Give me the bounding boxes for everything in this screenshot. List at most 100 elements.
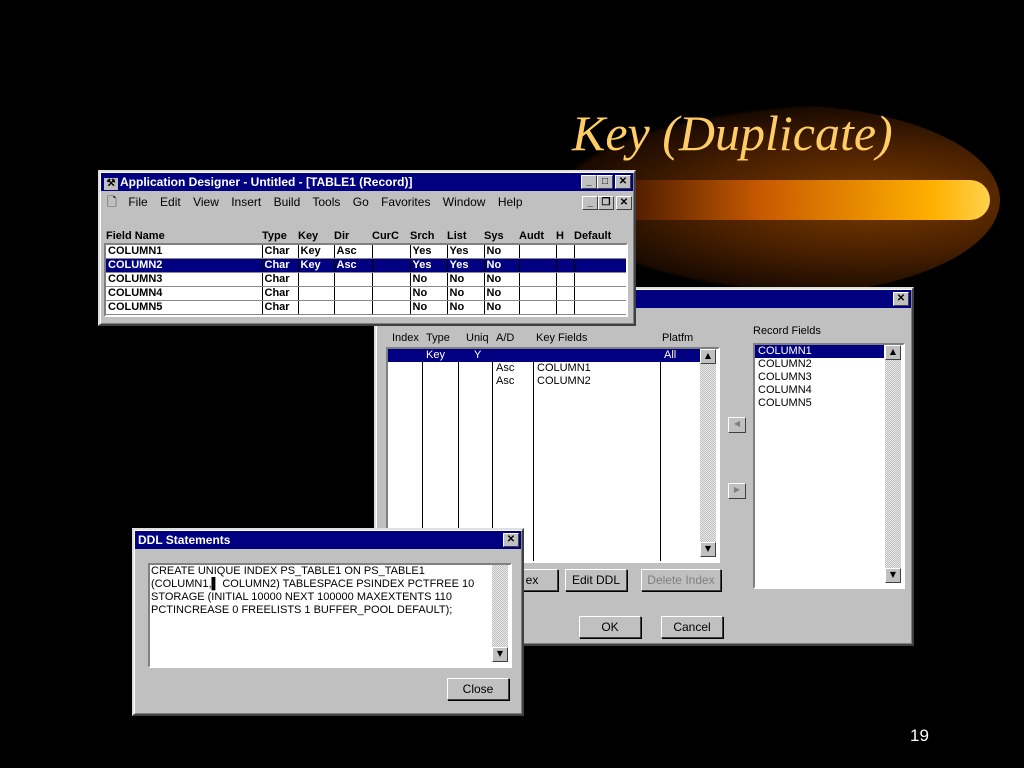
col-platfm: Platfm (662, 332, 694, 344)
field-grid-body: COLUMN1 Char Key Asc Yes Yes No COLUMN2 Char Key A… (104, 243, 628, 317)
field-cell: Char (262, 245, 299, 259)
field-cell (372, 245, 411, 259)
record-fields-list[interactable]: COLUMN1 COLUMN2 COLUMN3 COLUMN4 COLUMN5 … (753, 343, 905, 589)
child-minimize-icon[interactable]: _ (582, 196, 598, 210)
app-title: Application Designer - Untitled - [TABLE… (120, 175, 413, 189)
minimize-icon[interactable]: _ (581, 175, 597, 189)
field-cell: Key (298, 245, 335, 259)
scroll-up-icon[interactable]: ▲ (700, 349, 716, 364)
field-cell (556, 300, 575, 315)
field-cell (574, 300, 626, 315)
scroll-down-icon[interactable]: ▼ (492, 647, 508, 662)
app-titlebar: ⚒ Application Designer - Untitled - [TABL… (101, 173, 633, 191)
record-field-item[interactable]: COLUMN3 (755, 371, 903, 384)
field-cell (519, 272, 557, 287)
menu-edit[interactable]: Edit (160, 195, 181, 209)
field-cell: No (484, 272, 520, 287)
ddl-titlebar: DDL Statements ✕ (135, 531, 521, 549)
menu-window[interactable]: Window (443, 195, 486, 209)
col-header: List (447, 230, 467, 242)
field-row[interactable]: COLUMN1 Char Key Asc Yes Yes No (106, 245, 626, 259)
field-cell: COLUMN4 (106, 286, 263, 301)
menu-tools[interactable]: Tools (312, 195, 340, 209)
index-row[interactable]: Asc COLUMN2 (388, 375, 700, 388)
field-row[interactable]: COLUMN4 Char No No No (106, 286, 626, 301)
field-cell: No (484, 245, 520, 259)
scroll-up-icon[interactable]: ▲ (885, 345, 901, 360)
field-row[interactable]: COLUMN2 Char Key Asc Yes Yes No (106, 258, 626, 273)
page-number: 19 (910, 726, 929, 745)
delete-index-button[interactable]: Delete Index (641, 569, 721, 591)
ddl-text-area[interactable]: CREATE UNIQUE INDEX PS_TABLE1 ON PS_TABL… (148, 563, 512, 668)
record-field-item[interactable]: COLUMN5 (755, 397, 903, 410)
move-left-button[interactable]: ◀ (728, 417, 746, 433)
ddl-scrollbar[interactable]: ▼ (492, 565, 508, 662)
col-header: H (556, 230, 564, 242)
child-restore-icon[interactable]: ❐ (598, 196, 614, 210)
field-cell: COLUMN1 (106, 245, 263, 259)
menu-build[interactable]: Build (274, 195, 301, 209)
field-cell (334, 300, 373, 315)
menu-favorites[interactable]: Favorites (381, 195, 430, 209)
scroll-down-icon[interactable]: ▼ (885, 568, 901, 583)
close-icon[interactable]: ✕ (615, 175, 631, 189)
field-cell (574, 286, 626, 301)
record-field-item[interactable]: COLUMN4 (755, 384, 903, 397)
field-cell: Yes (447, 245, 485, 259)
col-ad: A/D (496, 332, 515, 344)
field-cell (556, 258, 575, 273)
menu-go[interactable]: Go (353, 195, 369, 209)
ddl-line: STORAGE (INITIAL 10000 NEXT 100000 MAXEX… (151, 591, 453, 603)
field-row[interactable]: COLUMN5 Char No No No (106, 300, 626, 315)
record-fields-scrollbar[interactable]: ▲ ▼ (885, 345, 901, 583)
field-cell: Asc (334, 258, 373, 273)
scroll-down-icon[interactable]: ▼ (700, 542, 716, 557)
menu-file[interactable]: File (128, 195, 147, 209)
ddl-line: (COLUMN1,▌ COLUMN2) TABLESPACE PSINDEX P… (151, 578, 475, 590)
field-cell (372, 300, 411, 315)
menu-view[interactable]: View (193, 195, 219, 209)
slide-title: Key (Duplicate) (572, 105, 893, 161)
field-cell (519, 245, 557, 259)
menu-help[interactable]: Help (498, 195, 523, 209)
col-header: Dir (334, 230, 350, 242)
cancel-button[interactable]: Cancel (661, 616, 723, 638)
record-field-item[interactable]: COLUMN2 (755, 358, 903, 371)
field-cell (298, 300, 335, 315)
ddl-line: CREATE UNIQUE INDEX PS_TABLE1 ON PS_TABL… (151, 565, 425, 577)
close-button[interactable]: Close (447, 678, 509, 700)
child-close-icon[interactable]: ✕ (616, 196, 632, 210)
field-cell: COLUMN3 (106, 272, 263, 287)
field-cell (372, 272, 411, 287)
field-cell: Yes (410, 258, 448, 273)
field-cell: No (484, 300, 520, 315)
field-cell: No (447, 286, 485, 301)
maximize-icon[interactable]: □ (597, 175, 613, 189)
record-field-item[interactable]: COLUMN1 (755, 345, 884, 358)
decorative-bar (610, 180, 990, 220)
field-cell: Char (262, 272, 299, 287)
field-row[interactable]: COLUMN3 Char No No No (106, 272, 626, 287)
field-cell: COLUMN5 (106, 300, 263, 315)
field-cell: Yes (447, 258, 485, 273)
index-list-scrollbar[interactable]: ▲ ▼ (700, 349, 716, 557)
close-icon[interactable]: ✕ (503, 533, 519, 547)
field-cell (574, 245, 626, 259)
edit-ddl-button[interactable]: Edit DDL (565, 569, 627, 591)
index-row[interactable]: Asc COLUMN1 (388, 362, 700, 375)
menu-insert[interactable]: Insert (231, 195, 261, 209)
index-row[interactable]: Key Y All (388, 349, 700, 362)
index-list-header: Index Type Uniq A/D Key Fields Platfm (390, 332, 720, 346)
field-cell: No (484, 286, 520, 301)
move-right-button[interactable]: ▶ (728, 483, 746, 499)
field-cell: No (447, 272, 485, 287)
field-cell: No (410, 286, 448, 301)
col-header: Default (574, 230, 612, 242)
close-icon[interactable]: ✕ (893, 292, 909, 306)
ok-button[interactable]: OK (579, 616, 641, 638)
field-cell (334, 272, 373, 287)
menubar: 🗋 File Edit View Insert Build Tools Go F… (100, 192, 634, 212)
col-header: Key (298, 230, 319, 242)
col-header: Srch (410, 230, 435, 242)
record-fields-label: Record Fields (753, 325, 821, 337)
